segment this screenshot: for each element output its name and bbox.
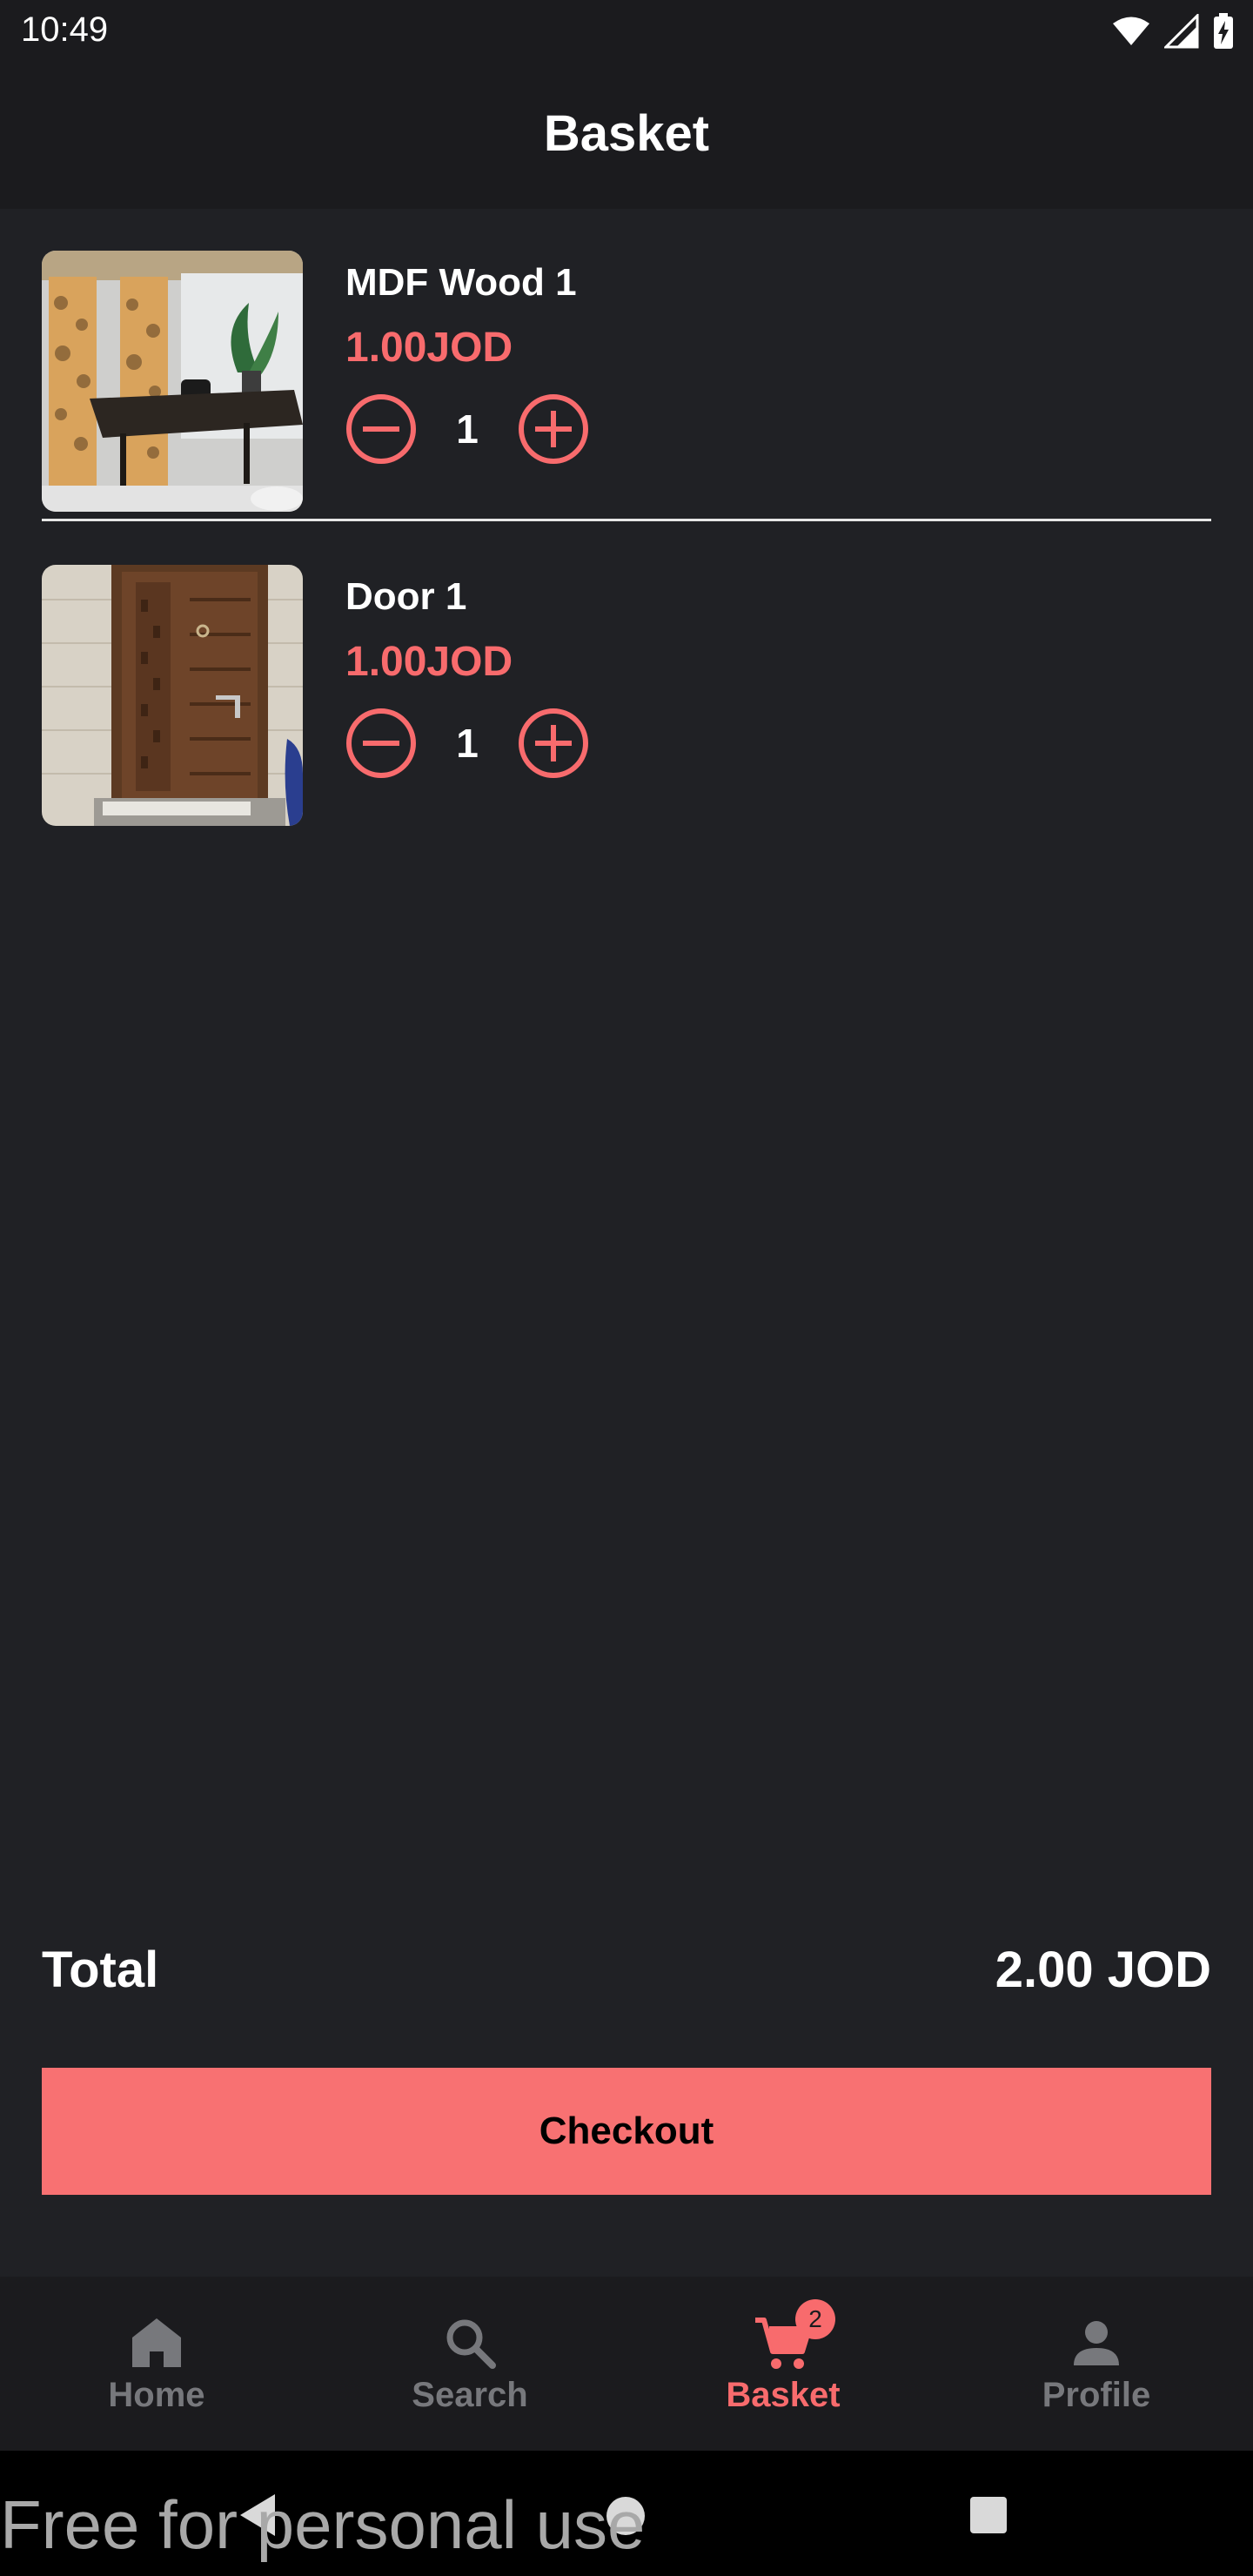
product-image[interactable] <box>42 565 303 826</box>
cellular-signal-icon <box>1164 14 1199 49</box>
increase-quantity-icon[interactable] <box>518 708 589 779</box>
quantity-stepper: 1 <box>345 393 589 465</box>
person-icon <box>1074 2321 1119 2365</box>
status-icons <box>1112 12 1234 50</box>
nav-label-basket: Basket <box>726 2376 841 2414</box>
nav-item-profile[interactable]: Profile <box>940 2277 1253 2451</box>
nav-label-search: Search <box>412 2376 528 2414</box>
checkout-button[interactable]: Checkout <box>42 2068 1211 2195</box>
cart-badge: 2 <box>795 2299 835 2339</box>
nav-label-profile: Profile <box>1042 2376 1151 2414</box>
status-time: 10:49 <box>21 10 109 49</box>
bottom-nav: Home Search 2 Basket Profile <box>0 2277 1253 2451</box>
total-label: Total <box>42 1942 159 1998</box>
battery-charging-icon <box>1214 13 1233 49</box>
item-price: 1.00JOD <box>345 639 513 685</box>
status-bar: 10:49 <box>0 0 1253 63</box>
search-icon <box>446 2319 496 2369</box>
increase-quantity-icon[interactable] <box>518 393 589 465</box>
nav-item-home[interactable]: Home <box>0 2277 313 2451</box>
system-nav-bar: Free for personal use <box>0 2451 1253 2576</box>
product-image[interactable] <box>42 251 303 512</box>
page-title: Basket <box>543 105 710 162</box>
quantity-value: 1 <box>456 406 479 452</box>
total-value: 2.00 JOD <box>995 1942 1211 1998</box>
nav-item-basket[interactable]: 2 Basket <box>626 2277 940 2451</box>
wifi-icon <box>1113 17 1149 45</box>
watermark: Free for personal use <box>0 2486 646 2563</box>
nav-item-search[interactable]: Search <box>313 2277 626 2451</box>
quantity-value: 1 <box>456 721 479 766</box>
basket-content: MDF Wood 1 1.00JOD 1 Door 1 1.00JOD 1 To… <box>0 209 1253 2277</box>
cart-icon-wrapper: 2 <box>752 2299 835 2374</box>
item-name: Door 1 <box>345 575 467 618</box>
recents-square-icon[interactable] <box>969 2496 1008 2534</box>
quantity-stepper: 1 <box>345 708 589 779</box>
basket-item: MDF Wood 1 1.00JOD 1 <box>42 251 1211 512</box>
decrease-quantity-icon[interactable] <box>345 393 417 465</box>
item-price: 1.00JOD <box>345 325 513 371</box>
item-name: MDF Wood 1 <box>345 261 577 304</box>
home-icon <box>132 2318 181 2367</box>
app-bar: Basket <box>0 63 1253 209</box>
nav-label-home: Home <box>108 2376 205 2414</box>
basket-item: Door 1 1.00JOD 1 <box>42 565 1211 826</box>
decrease-quantity-icon[interactable] <box>345 708 417 779</box>
item-divider <box>42 519 1211 521</box>
